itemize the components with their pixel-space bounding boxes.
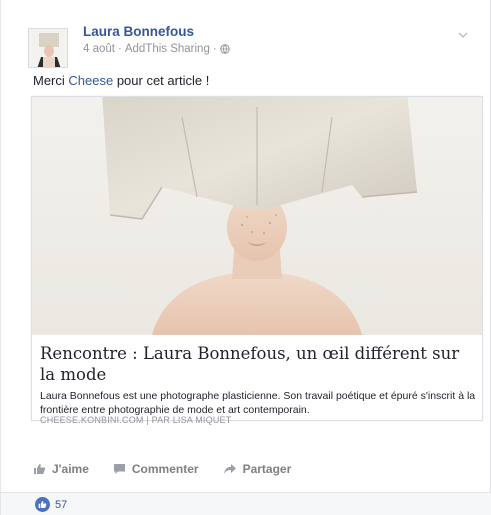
post-card: Laura Bonnefous 4 août · AddThis Sharing… [0, 0, 491, 515]
meta-separator: · [117, 43, 122, 55]
chevron-down-icon[interactable] [457, 28, 469, 40]
mention-link[interactable]: Cheese [68, 73, 113, 88]
preview-title[interactable]: Rencontre : Laura Bonnefous, un œil diff… [40, 343, 476, 385]
post-meta: 4 août · AddThis Sharing · [83, 43, 230, 55]
source-app[interactable]: AddThis Sharing [125, 43, 210, 55]
reaction-count[interactable]: 57 [35, 497, 67, 512]
source-author: PAR LISA MIQUET [151, 415, 232, 425]
message-text-start: Merci [33, 73, 69, 88]
post-date[interactable]: 4 août [83, 43, 115, 55]
avatar[interactable] [28, 28, 68, 68]
speech-bubble-icon [113, 463, 126, 475]
action-bar: J'aime Commenter Partager [33, 456, 473, 482]
reaction-count-value: 57 [55, 498, 68, 511]
comment-label: Commenter [131, 462, 199, 476]
link-preview[interactable]: Rencontre : Laura Bonnefous, un œil diff… [31, 96, 483, 425]
preview-photo[interactable] [32, 97, 482, 335]
share-label: Partager [242, 462, 292, 476]
preview-description: Laura Bonnefous est une photographe plas… [40, 390, 476, 416]
thumbs-up-icon [33, 463, 46, 475]
post-header: Laura Bonnefous 4 août · AddThis Sharing… [15, 20, 475, 68]
post-message: Merci Cheese pour cet article ! [33, 73, 209, 88]
message-text-end: pour cet article ! [113, 73, 210, 88]
author-name[interactable]: Laura Bonnefous [83, 24, 194, 39]
source-separator: | [146, 415, 149, 425]
like-label: J'aime [52, 462, 89, 476]
reactions-bar: 57 [1, 492, 491, 515]
like-button[interactable]: J'aime [33, 462, 89, 476]
share-arrow-icon [223, 463, 237, 475]
comment-button[interactable]: Commenter [113, 462, 199, 476]
preview-source: CHEESE.KONBINI.COM | PAR LISA MIQUET [40, 415, 231, 425]
like-reaction-icon [35, 497, 50, 512]
source-domain: CHEESE.KONBINI.COM [40, 415, 144, 425]
meta-separator-2: · [212, 43, 217, 55]
globe-icon[interactable] [220, 44, 230, 54]
share-button[interactable]: Partager [223, 462, 292, 476]
